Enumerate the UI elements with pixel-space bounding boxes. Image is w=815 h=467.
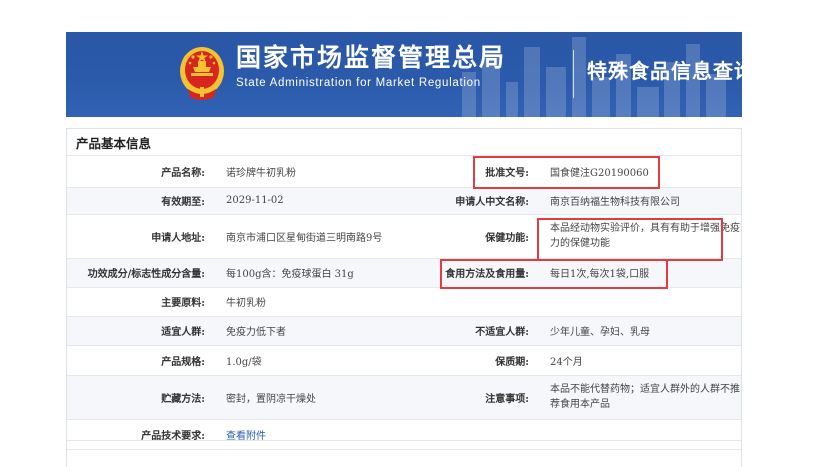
table-row: 产品技术要求: 查看附件 [67,419,741,450]
table-row: 申请人地址: 南京市浦口区星甸街道三明南路9号 保健功能: 本品经动物实验评价，… [67,214,741,259]
table-row: 产品名称: 诺珍牌牛初乳粉 批准文号: 国食健注G20190060 [67,156,741,188]
product-info-panel: 产品基本信息 产品名称: 诺珍牌牛初乳粉 批准文号: 国食健注G20190060… [66,128,742,467]
field-value: 诺珍牌牛初乳粉 [216,156,444,188]
field-label: 批准文号: [444,156,540,188]
field-label: 贮藏方法: [67,375,216,420]
field-label: 食用方法及食用量: [444,258,540,288]
field-label: 保质期: [444,345,540,376]
field-value: 本品不能代替药物；适宜人群外的人群不推荐食用本产品 [550,384,740,410]
field-label: 申请人中文名称: [444,187,540,215]
field-value: 国食健注G20190060 [540,156,741,188]
field-value: 本品经动物实验评价，具有有助于增强免疫力的保健功能 [550,223,740,249]
table-row: 功效成分/标志性成分含量: 每100g含：免疫球蛋白 31g 食用方法及食用量:… [67,258,741,288]
field-value: 密封，置阴凉干燥处 [216,375,444,420]
header-banner: 国家市场监督管理总局 State Administration for Mark… [66,32,742,117]
field-label: 功效成分/标志性成分含量: [67,258,216,288]
table-row: 产品规格: 1.0g/袋 保质期: 24个月 [67,345,741,376]
field-value: 南京市浦口区星甸街道三明南路9号 [216,214,444,259]
field-label: 保健功能: [444,214,540,259]
field-label: 产品名称: [67,156,216,188]
field-label: 产品规格: [67,345,216,376]
field-label: 有效期至: [67,187,216,215]
field-value: 南京百纳福生物科技有限公司 [540,187,741,215]
table-row: 贮藏方法: 密封，置阴凉干燥处 注意事项: 本品不能代替药物；适宜人群外的人群不… [67,375,741,420]
product-info-table: 产品名称: 诺珍牌牛初乳粉 批准文号: 国食健注G20190060 有效期至: … [67,156,741,450]
field-value: 免疫力低下者 [216,316,444,346]
table-row: 有效期至: 2029-11-02 申请人中文名称: 南京百纳福生物科技有限公司 [67,187,741,215]
field-label: 产品技术要求: [67,419,216,450]
panel-title: 产品基本信息 [76,136,152,151]
field-value: 每100g含：免疫球蛋白 31g [216,258,444,288]
table-row: 主要原料: 牛初乳粉 [67,287,741,317]
field-value: 牛初乳粉 [216,287,444,317]
bottom-divider [66,440,742,441]
field-label: 主要原料: [67,287,216,317]
field-label: 不适宜人群: [444,316,540,346]
field-value: 每日1次,每次1袋,口服 [540,258,741,288]
agency-name-en: State Administration for Market Regulati… [236,77,481,89]
national-emblem-icon [180,47,224,100]
field-value: 1.0g/袋 [216,345,444,376]
platform-title: 特殊食品信息查询平台 [587,59,742,83]
field-label: 注意事项: [444,375,540,420]
table-row: 适宜人群: 免疫力低下者 不适宜人群: 少年儿童、孕妇、乳母 [67,316,741,346]
field-value: 少年儿童、孕妇、乳母 [540,316,741,346]
header-divider [573,50,574,98]
agency-name-cn: 国家市场监督管理总局 [236,43,507,72]
field-value: 2029-11-02 [216,187,444,215]
field-value: 24个月 [540,345,741,376]
field-label: 适宜人群: [67,316,216,346]
field-label: 申请人地址: [67,214,216,259]
